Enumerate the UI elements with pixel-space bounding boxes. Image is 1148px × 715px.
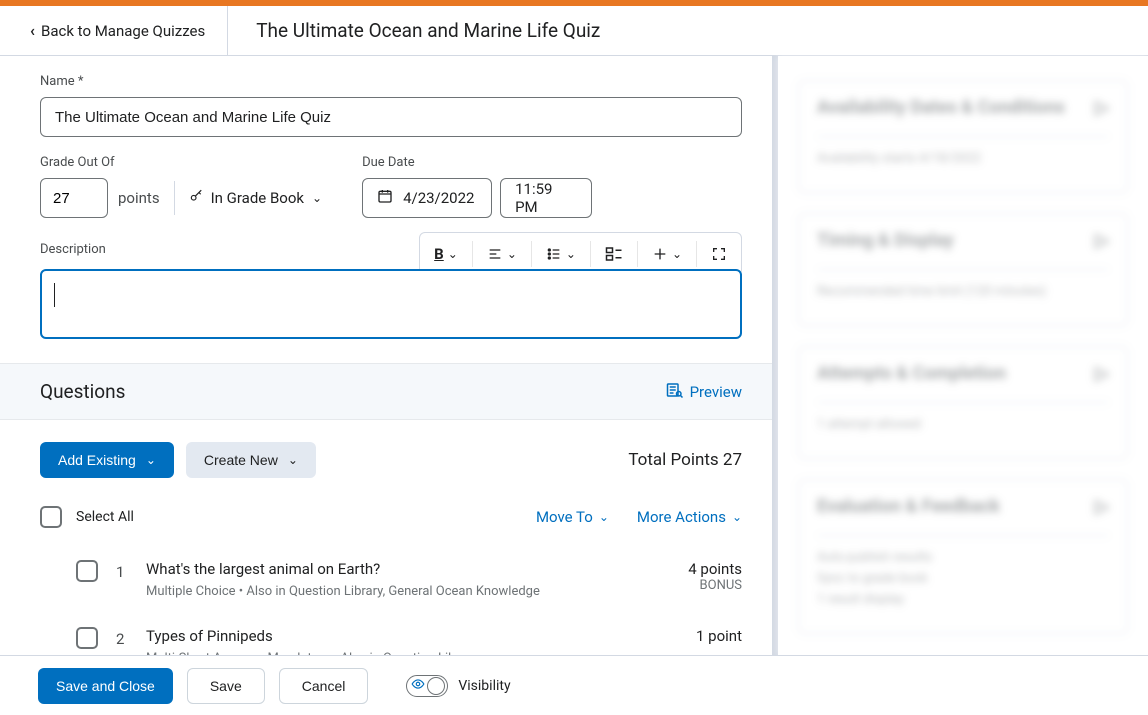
chevron-down-icon: ⌄: [732, 510, 742, 524]
divider: [637, 241, 638, 267]
preview-icon: [666, 382, 684, 402]
preview-link[interactable]: Preview: [666, 382, 742, 402]
divider: [590, 241, 591, 267]
chevron-down-icon: ⌄: [566, 247, 576, 261]
eye-icon: [411, 677, 425, 694]
question-list: 1 What's the largest animal on Earth? Mu…: [40, 548, 742, 655]
chevron-down-icon: ⌄: [312, 191, 322, 205]
cancel-button[interactable]: Cancel: [279, 668, 369, 704]
chevron-down-icon: ⌄: [288, 453, 298, 467]
total-points: Total Points 27: [628, 450, 742, 470]
bold-button[interactable]: B⌄: [428, 239, 464, 269]
question-number: 1: [116, 563, 128, 581]
due-date-value: 4/23/2022: [403, 189, 474, 207]
key-icon: [189, 189, 203, 207]
in-grade-book-dropdown[interactable]: In Grade Book ⌄: [189, 189, 323, 207]
list-button[interactable]: ⌄: [540, 240, 582, 268]
question-number: 2: [116, 630, 128, 648]
question-checkbox[interactable]: [76, 627, 98, 649]
description-editor[interactable]: [40, 269, 742, 339]
move-to-dropdown[interactable]: Move To ⌄: [536, 508, 609, 526]
page-header: ‹ Back to Manage Quizzes The Ultimate Oc…: [0, 6, 1148, 56]
grade-label: Grade Out Of: [40, 155, 322, 170]
question-meta: Multiple Choice • Also in Question Libra…: [146, 584, 644, 599]
select-all-label: Select All: [76, 509, 134, 525]
back-label: Back to Manage Quizzes: [41, 22, 205, 40]
chevron-down-icon: ⌄: [448, 247, 458, 261]
due-date-label: Due Date: [362, 155, 592, 170]
chevron-down-icon: ⌄: [507, 247, 517, 261]
create-new-label: Create New: [204, 452, 278, 468]
add-existing-button[interactable]: Add Existing ⌄: [40, 442, 174, 478]
move-to-label: Move To: [536, 508, 593, 526]
divider: [472, 241, 473, 267]
create-new-button[interactable]: Create New ⌄: [186, 442, 316, 478]
question-points: 1 point: [662, 627, 742, 645]
question-checkbox[interactable]: [76, 560, 98, 582]
chevron-down-icon: ⌄: [146, 453, 156, 467]
preview-label: Preview: [690, 383, 742, 401]
save-button[interactable]: Save: [187, 668, 265, 704]
add-button[interactable]: ⌄: [646, 240, 688, 268]
back-to-manage-link[interactable]: ‹ Back to Manage Quizzes: [8, 6, 228, 55]
page-title: The Ultimate Ocean and Marine Life Quiz: [228, 19, 600, 42]
divider: [531, 241, 532, 267]
chevron-down-icon: ⌄: [672, 247, 682, 261]
points-label: points: [118, 189, 160, 207]
select-all-checkbox[interactable]: [40, 506, 62, 528]
main-panel: Name Grade Out Of points In Grade Book ⌄: [0, 56, 778, 655]
due-time-input[interactable]: 11:59 PM: [500, 178, 592, 218]
text-cursor: [54, 283, 55, 307]
toggle-knob: [427, 677, 445, 695]
question-row: 1 What's the largest animal on Earth? Mu…: [40, 548, 742, 615]
save-and-close-button[interactable]: Save and Close: [38, 668, 173, 704]
due-time-value: 11:59 PM: [515, 180, 577, 216]
more-actions-label: More Actions: [637, 508, 726, 526]
align-button[interactable]: ⌄: [481, 240, 523, 268]
gradebook-label: In Grade Book: [211, 189, 304, 207]
divider: [174, 181, 175, 215]
more-actions-dropdown[interactable]: More Actions ⌄: [637, 508, 742, 526]
chevron-down-icon: ⌄: [599, 510, 609, 524]
visibility-label: Visibility: [458, 678, 510, 694]
page-footer: Save and Close Save Cancel Visibility: [0, 655, 1148, 715]
quiz-name-input[interactable]: [40, 97, 742, 137]
visibility-toggle[interactable]: [406, 675, 448, 697]
question-points: 4 points: [662, 560, 742, 578]
divider: [696, 241, 697, 267]
insert-stuff-button[interactable]: [599, 240, 629, 268]
name-label: Name: [40, 74, 742, 89]
calendar-icon: [377, 188, 393, 208]
question-title[interactable]: Types of Pinnipeds: [146, 627, 644, 645]
fullscreen-button[interactable]: [705, 240, 733, 268]
question-row: 2 Types of Pinnipeds Multi-Short Answer …: [40, 615, 742, 655]
grade-out-of-input[interactable]: [40, 178, 108, 218]
due-date-input[interactable]: 4/23/2022: [362, 178, 492, 218]
settings-sidebar: Availability Dates & Conditions▷ Availab…: [778, 56, 1148, 655]
question-bonus: BONUS: [662, 578, 742, 593]
add-existing-label: Add Existing: [58, 452, 136, 468]
questions-heading: Questions: [40, 380, 125, 403]
chevron-left-icon: ‹: [30, 21, 35, 40]
question-title[interactable]: What's the largest animal on Earth?: [146, 560, 644, 578]
